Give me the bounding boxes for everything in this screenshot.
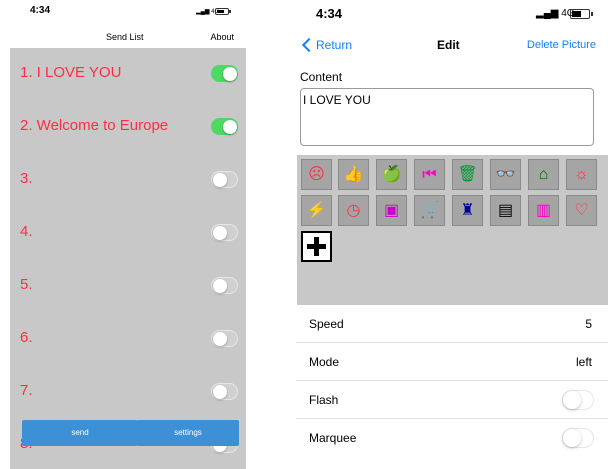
- mode-label: Mode: [309, 355, 340, 369]
- clock-icon-glyph: ◷: [346, 201, 361, 219]
- trash-icon[interactable]: 🗑: [452, 159, 483, 190]
- battery-icon: [215, 8, 231, 15]
- castle-icon[interactable]: ♜: [452, 195, 483, 226]
- toggle-knob: [213, 226, 227, 240]
- return-button[interactable]: Return: [300, 37, 353, 53]
- delete-picture-button[interactable]: Delete Picture: [527, 39, 596, 51]
- flash-label: Flash: [309, 393, 339, 407]
- item-toggle[interactable]: [211, 277, 238, 294]
- item-toggle[interactable]: [211, 65, 238, 82]
- apple-icon-glyph: 🍏: [381, 165, 402, 183]
- send-list[interactable]: 1. I LOVE YOU 2. Welcome to Europe 3. 4.…: [10, 48, 246, 469]
- trash-icon-glyph: 🗑: [457, 165, 478, 183]
- toggle-knob: [563, 429, 581, 447]
- disk-icon-glyph: ▥: [535, 201, 552, 219]
- edit-screen: 4:34 ▂▄▆ 4G Return Edit Delete Picture C…: [296, 0, 608, 469]
- list-item-label: 7.: [20, 382, 33, 399]
- clock-icon[interactable]: ◷: [338, 195, 369, 226]
- cart-icon-glyph: 🛒: [419, 201, 440, 219]
- list-item[interactable]: 5.: [10, 260, 246, 313]
- item-toggle[interactable]: [211, 171, 238, 188]
- heart-icon-glyph: ♡: [574, 201, 589, 219]
- add-icon-button[interactable]: [301, 231, 332, 262]
- send-list-screen: 4:34 ▂▄▆ 4G Send List About 1. I LOVE YO…: [10, 0, 246, 469]
- chat-icon-glyph: ▣: [383, 201, 400, 219]
- settings-list: Speed 5 Mode left Flash Marquee: [296, 305, 608, 469]
- settings-button[interactable]: settings: [137, 420, 239, 446]
- icon-picker: ☹ 👍 🍏 ⏮ 🗑 👓 ⌂ ☼ ⚡ ◷ ▣ 🛒 ♜ ▤ ▥ ♡: [297, 155, 608, 305]
- cart-icon[interactable]: 🛒: [414, 195, 445, 226]
- marquee-label: Marquee: [309, 431, 357, 445]
- speed-label: Speed: [309, 317, 344, 331]
- item-toggle[interactable]: [211, 330, 238, 347]
- toggle-knob: [213, 332, 227, 346]
- send-button[interactable]: send: [22, 420, 138, 446]
- glasses-icon-glyph: 👓: [495, 165, 516, 183]
- thumbs-up-icon-glyph: 👍: [343, 165, 364, 183]
- chevron-left-icon: [301, 37, 317, 53]
- face-icon[interactable]: ☹: [301, 159, 332, 190]
- list-item-label: 2. Welcome to Europe: [20, 117, 169, 134]
- toggle-knob: [223, 120, 237, 134]
- sun-icon-glyph: ☼: [574, 165, 589, 183]
- list-item[interactable]: 7.: [10, 366, 246, 419]
- apple-icon[interactable]: 🍏: [376, 159, 407, 190]
- signal-indicator: ▂▄▆ 4G: [536, 8, 575, 19]
- skip-back-icon[interactable]: ⏮: [414, 159, 445, 190]
- list-item[interactable]: 2. Welcome to Europe: [10, 101, 246, 154]
- heart-icon[interactable]: ♡: [566, 195, 597, 226]
- list-item[interactable]: 4.: [10, 207, 246, 260]
- face-icon-glyph: ☹: [308, 165, 325, 183]
- glasses-icon[interactable]: 👓: [490, 159, 521, 190]
- nav-bar: Send List About: [10, 26, 246, 48]
- castle-icon-glyph: ♜: [460, 201, 475, 219]
- home-icon-glyph: ⌂: [538, 165, 549, 183]
- home-icon[interactable]: ⌂: [528, 159, 559, 190]
- chat-icon[interactable]: ▣: [376, 195, 407, 226]
- content-label: Content: [300, 70, 343, 84]
- list-item-label: 1. I LOVE YOU: [20, 64, 122, 81]
- item-toggle[interactable]: [211, 118, 238, 135]
- list-item[interactable]: 1. I LOVE YOU: [10, 48, 246, 101]
- nav-bar: Return Edit Delete Picture: [296, 36, 608, 58]
- list-item-label: 5.: [20, 276, 33, 293]
- flash-toggle[interactable]: [562, 390, 594, 410]
- toggle-knob: [563, 391, 581, 409]
- lightning-icon-glyph: ⚡: [306, 201, 327, 219]
- list-item[interactable]: 6.: [10, 313, 246, 366]
- list-item-label: 4.: [20, 223, 33, 240]
- toggle-knob: [213, 173, 227, 187]
- thumbs-up-icon[interactable]: 👍: [338, 159, 369, 190]
- flash-row: Flash: [296, 381, 608, 419]
- computer-icon-glyph: ▤: [497, 201, 514, 219]
- about-link[interactable]: About: [210, 32, 234, 42]
- mode-row[interactable]: Mode left: [296, 343, 608, 381]
- list-item-label: 6.: [20, 329, 33, 346]
- mode-value: left: [575, 355, 592, 369]
- toggle-knob: [213, 385, 227, 399]
- disk-icon[interactable]: ▥: [528, 195, 559, 226]
- return-label: Return: [316, 38, 353, 52]
- toggle-knob: [223, 67, 237, 81]
- battery-icon: [570, 9, 593, 19]
- status-time: 4:34: [316, 6, 343, 21]
- speed-value: 5: [585, 317, 592, 331]
- sun-icon[interactable]: ☼: [566, 159, 597, 190]
- list-item-label: 3.: [20, 170, 33, 187]
- list-item[interactable]: 3.: [10, 154, 246, 207]
- item-toggle[interactable]: [211, 383, 238, 400]
- toggle-knob: [213, 279, 227, 293]
- marquee-row: Marquee: [296, 419, 608, 457]
- computer-icon[interactable]: ▤: [490, 195, 521, 226]
- item-toggle[interactable]: [211, 224, 238, 241]
- skip-back-icon-glyph: ⏮: [422, 165, 437, 183]
- content-textarea[interactable]: I LOVE YOU: [300, 88, 594, 146]
- page-title: Send List: [106, 32, 144, 42]
- status-bar: 4:34 ▂▄▆ 4G: [10, 0, 246, 22]
- speed-row[interactable]: Speed 5: [296, 305, 608, 343]
- page-title: Edit: [437, 38, 460, 52]
- lightning-icon[interactable]: ⚡: [301, 195, 332, 226]
- marquee-toggle[interactable]: [562, 428, 594, 448]
- status-time: 4:34: [30, 5, 51, 16]
